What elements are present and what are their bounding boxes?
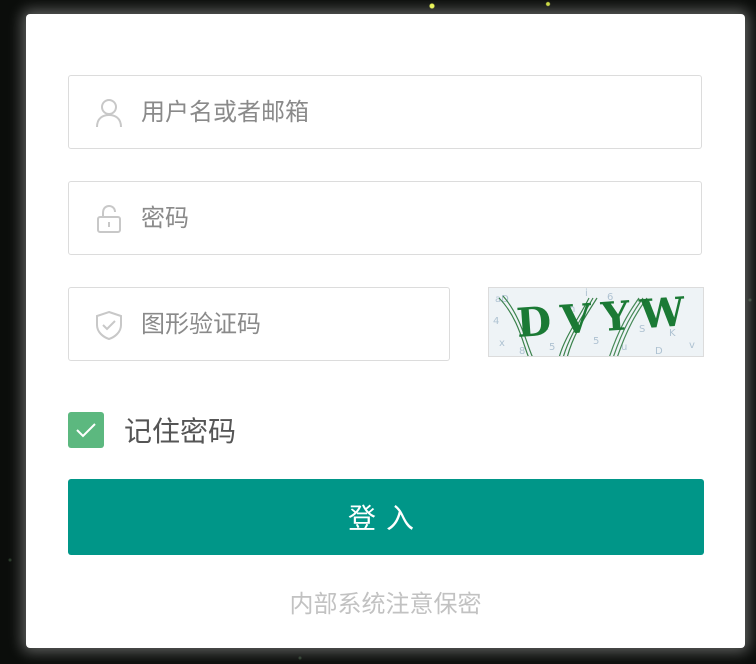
remember-label: 记住密码 xyxy=(124,415,237,448)
shield-check-icon xyxy=(95,310,123,341)
lock-icon xyxy=(95,204,123,234)
captcha-field[interactable] xyxy=(68,287,450,361)
svg-text:8: 8 xyxy=(519,346,525,357)
password-field[interactable] xyxy=(68,181,702,255)
user-icon xyxy=(95,98,123,128)
login-button[interactable]: 登入 xyxy=(68,479,704,555)
remember-password-toggle[interactable]: 记住密码 xyxy=(68,412,236,448)
checkmark-icon xyxy=(76,423,96,438)
svg-text:x: x xyxy=(499,338,505,349)
username-input[interactable] xyxy=(141,76,683,148)
svg-text:4: 4 xyxy=(493,316,499,327)
login-card: aD4x 5n5 6uS DKv 8xi DVYW xyxy=(26,14,745,648)
remember-checkbox[interactable] xyxy=(68,412,104,448)
captcha-input[interactable] xyxy=(141,288,431,360)
svg-text:aD: aD xyxy=(495,294,509,305)
password-input[interactable] xyxy=(141,182,683,254)
username-field[interactable] xyxy=(68,75,702,149)
captcha-image[interactable]: aD 4 x 5n5 6uS DKv 8xi DVYW xyxy=(488,287,704,357)
confidentiality-note: 内部系统注意保密 xyxy=(289,590,482,618)
svg-text:v: v xyxy=(689,340,695,351)
svg-text:D: D xyxy=(655,346,663,357)
